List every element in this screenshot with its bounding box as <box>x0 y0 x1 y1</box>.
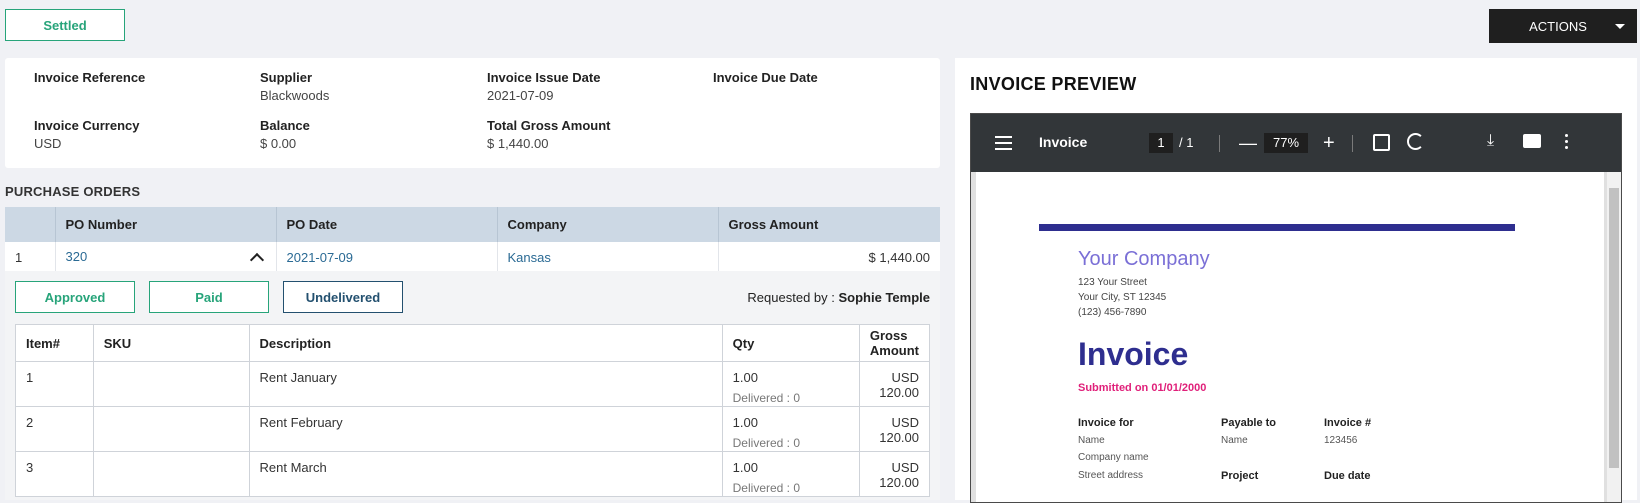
po-col-gross[interactable]: Gross Amount <box>718 207 940 242</box>
doc-project-label: Project <box>1221 470 1259 482</box>
print-icon[interactable] <box>1523 134 1541 148</box>
item-col-sku: SKU <box>92 324 250 362</box>
pdf-page: Your Company 123 Your Street Your City, … <box>976 172 1604 502</box>
rotate-icon[interactable] <box>1407 133 1424 150</box>
doc-payable-name: Name <box>1221 435 1248 446</box>
po-items-table: Item# SKU Description Qty Gross Amount 1… <box>15 324 931 497</box>
invoice-preview-panel: INVOICE PREVIEW Invoice 1 / 1 — 77% + ⤓ … <box>955 58 1637 503</box>
po-date-cell: 2021-07-09 <box>276 242 498 273</box>
toolbar-divider <box>1352 135 1353 152</box>
item-col-description: Description <box>248 324 723 362</box>
table-row: 3 Rent March 1.00 Delivered : 0 USD 120.… <box>15 451 931 497</box>
item-col-gross: Gross Amount <box>858 324 931 362</box>
due-date-field: Invoice Due Date <box>713 70 818 85</box>
caret-down-icon <box>1615 23 1625 29</box>
pdf-toolbar: Invoice 1 / 1 — 77% + ⤓ <box>971 114 1621 172</box>
doc-invoice-number: 123456 <box>1324 435 1358 446</box>
po-col-company[interactable]: Company <box>497 207 719 242</box>
item-delivered: Delivered : 0 <box>732 436 801 450</box>
item-gross: USD 120.00 <box>858 361 931 407</box>
item-qty: 1.00 Delivered : 0 <box>721 451 860 497</box>
doc-due-date-label: Due date <box>1324 470 1371 482</box>
doc-submitted-date: Submitted on 01/01/2000 <box>1078 382 1207 394</box>
invoice-reference-field: Invoice Reference <box>34 70 146 85</box>
pdf-scrollbar-thumb[interactable] <box>1609 188 1619 468</box>
status-badge[interactable]: Settled <box>5 9 125 41</box>
balance-field: Balance $ 0.00 <box>260 118 310 151</box>
item-gross: USD 120.00 <box>858 451 931 497</box>
zoom-out-icon[interactable]: — <box>1239 134 1257 152</box>
actions-label: ACTIONS <box>1529 18 1587 34</box>
doc-invoice-for-label: Invoice for <box>1078 417 1134 429</box>
item-description: Rent January <box>248 361 723 407</box>
item-delivered: Delivered : 0 <box>732 481 801 495</box>
supplier-field: Supplier Blackwoods <box>260 70 330 103</box>
invoice-summary-card: Invoice Reference Supplier Blackwoods In… <box>5 58 940 168</box>
item-qty-value: 1.00 <box>732 370 758 385</box>
more-options-icon[interactable] <box>1565 134 1568 152</box>
doc-address: 123 Your Street Your City, ST 12345 (123… <box>1078 277 1167 318</box>
po-number-cell[interactable]: 320 <box>55 242 277 273</box>
item-sku <box>92 361 250 407</box>
fit-page-icon[interactable] <box>1373 134 1390 151</box>
po-detail-panel: Approved Paid Undelivered Requested by :… <box>5 271 940 500</box>
po-col-date[interactable]: PO Date <box>276 207 498 242</box>
item-num: 3 <box>15 451 94 497</box>
item-qty: 1.00 Delivered : 0 <box>721 361 860 407</box>
doc-street: Street address <box>1078 470 1144 481</box>
preview-title: INVOICE PREVIEW <box>970 74 1137 94</box>
item-qty-value: 1.00 <box>732 415 758 430</box>
item-col-qty: Qty <box>721 324 860 362</box>
doc-header-bar <box>1039 224 1515 231</box>
po-number-link[interactable]: 320 <box>66 249 88 264</box>
page-total: / 1 <box>1179 135 1194 150</box>
item-gross: USD 120.00 <box>858 406 931 452</box>
item-delivered: Delivered : 0 <box>732 391 801 405</box>
paid-tag[interactable]: Paid <box>149 281 269 313</box>
item-sku <box>92 406 250 452</box>
purchase-orders-table: PO Number PO Date Company Gross Amount 1… <box>5 207 940 273</box>
po-row-index: 1 <box>5 242 56 273</box>
item-num: 2 <box>15 406 94 452</box>
doc-invoice-number-label: Invoice # <box>1324 417 1372 429</box>
issue-date-field: Invoice Issue Date 2021-07-09 <box>487 70 601 103</box>
requested-by: Requested by : Sophie Temple <box>747 290 930 305</box>
currency-field: Invoice Currency USD <box>34 118 140 151</box>
doc-heading: Invoice <box>1078 336 1189 372</box>
zoom-in-icon[interactable]: + <box>1323 133 1335 153</box>
item-description: Rent March <box>248 451 723 497</box>
item-qty-value: 1.00 <box>732 460 758 475</box>
chevron-up-icon[interactable] <box>249 252 264 268</box>
page-number-input[interactable]: 1 <box>1149 133 1173 153</box>
table-row: 1 Rent January 1.00 Delivered : 0 USD 12… <box>15 361 931 407</box>
zoom-level-input[interactable]: 77% <box>1264 133 1308 153</box>
purchase-orders-title: PURCHASE ORDERS <box>5 184 141 199</box>
po-gross-cell: $ 1,440.00 <box>718 242 940 273</box>
requested-by-name: Sophie Temple <box>838 290 931 305</box>
po-col-index <box>5 207 56 242</box>
item-description: Rent February <box>248 406 723 452</box>
doc-company-name: Your Company <box>1078 248 1210 270</box>
toolbar-divider <box>1219 135 1220 152</box>
pdf-doc-title: Invoice <box>1039 134 1088 150</box>
item-num: 1 <box>15 361 94 407</box>
approved-tag[interactable]: Approved <box>15 281 135 313</box>
po-col-number[interactable]: PO Number <box>55 207 277 242</box>
table-row: 2 Rent February 1.00 Delivered : 0 USD 1… <box>15 406 931 452</box>
po-company-cell[interactable]: Kansas <box>497 242 719 273</box>
total-gross-field: Total Gross Amount $ 1,440.00 <box>487 118 611 151</box>
doc-payable-to-label: Payable to <box>1221 417 1277 429</box>
item-sku <box>92 451 250 497</box>
item-col-num: Item# <box>15 324 94 362</box>
doc-name: Name <box>1078 435 1105 446</box>
menu-icon[interactable] <box>995 136 1012 150</box>
requested-by-label: Requested by : <box>747 290 835 305</box>
table-row[interactable]: 1 320 2021-07-09 Kansas $ 1,440.00 <box>5 242 940 273</box>
undelivered-tag[interactable]: Undelivered <box>283 281 403 313</box>
actions-dropdown-button[interactable]: ACTIONS <box>1489 9 1637 43</box>
download-icon[interactable]: ⤓ <box>1487 132 1494 150</box>
pdf-viewer[interactable]: Invoice 1 / 1 — 77% + ⤓ Your Company 123… <box>970 113 1622 503</box>
item-qty: 1.00 Delivered : 0 <box>721 406 860 452</box>
doc-company-name-line: Company name <box>1078 452 1149 463</box>
